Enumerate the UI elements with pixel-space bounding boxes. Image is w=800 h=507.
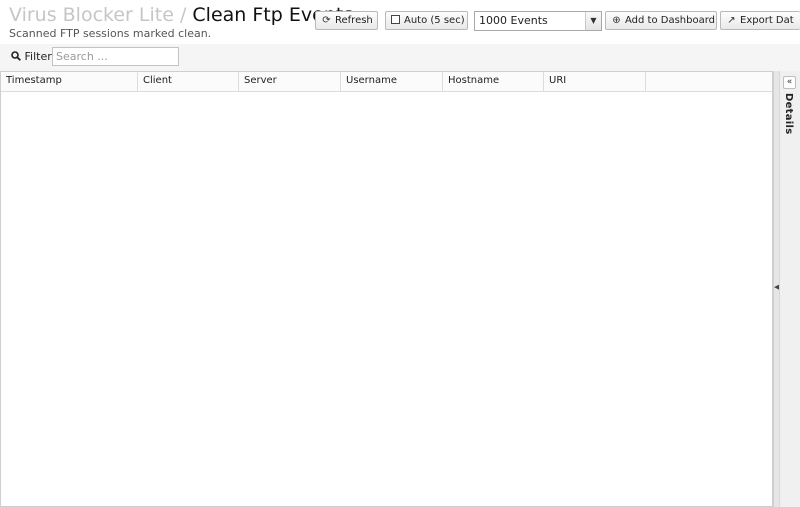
chevron-down-icon[interactable]: ▼ — [585, 12, 601, 30]
column-header-client[interactable]: Client — [138, 72, 239, 91]
details-panel: « Details — [779, 71, 800, 507]
column-header-hostname[interactable]: Hostname — [443, 72, 544, 91]
page-title: Virus Blocker Lite / Clean Ftp Events — [9, 3, 353, 27]
events-limit-value: 1000 Events — [479, 14, 548, 27]
filter-label-text: Filter — [24, 50, 52, 63]
plus-circle-icon: ⊕ — [612, 15, 621, 26]
events-grid: Timestamp Client Server Username Hostnam… — [0, 71, 773, 507]
column-header-timestamp[interactable]: Timestamp — [1, 72, 138, 91]
checkbox-icon — [391, 15, 400, 24]
export-data-label: Export Dat — [740, 15, 794, 26]
filter-label: Filter — [11, 50, 52, 63]
column-header-username[interactable]: Username — [341, 72, 443, 91]
page-subtitle: Scanned FTP sessions marked clean. — [9, 27, 212, 40]
page-header: Virus Blocker Lite / Clean Ftp Events Sc… — [0, 0, 800, 44]
external-link-icon: ↗ — [727, 15, 736, 26]
refresh-label: Refresh — [335, 15, 373, 26]
column-header-server[interactable]: Server — [239, 72, 341, 91]
refresh-icon: ⟳ — [322, 15, 331, 26]
auto-refresh-label: Auto (5 sec) — [404, 15, 465, 26]
grid-header: Timestamp Client Server Username Hostnam… — [1, 72, 772, 92]
export-data-button[interactable]: ↗ Export Dat — [720, 11, 800, 30]
search-icon — [11, 51, 21, 61]
breadcrumb-separator: / — [179, 4, 187, 26]
add-to-dashboard-button[interactable]: ⊕ Add to Dashboard — [605, 11, 717, 30]
grid-body — [1, 92, 772, 506]
double-chevron-left-icon[interactable]: « — [783, 76, 796, 89]
auto-refresh-toggle[interactable]: Auto (5 sec) — [385, 11, 468, 30]
events-limit-select[interactable]: 1000 Events ▼ — [474, 11, 602, 31]
breadcrumb-app[interactable]: Virus Blocker Lite — [9, 4, 174, 26]
search-input[interactable] — [52, 47, 179, 66]
refresh-button[interactable]: ⟳ Refresh — [315, 11, 378, 30]
column-header-uri[interactable]: URI — [544, 72, 646, 91]
add-to-dashboard-label: Add to Dashboard — [625, 15, 716, 26]
details-panel-title[interactable]: Details — [783, 93, 794, 135]
column-header-extra — [646, 72, 772, 91]
